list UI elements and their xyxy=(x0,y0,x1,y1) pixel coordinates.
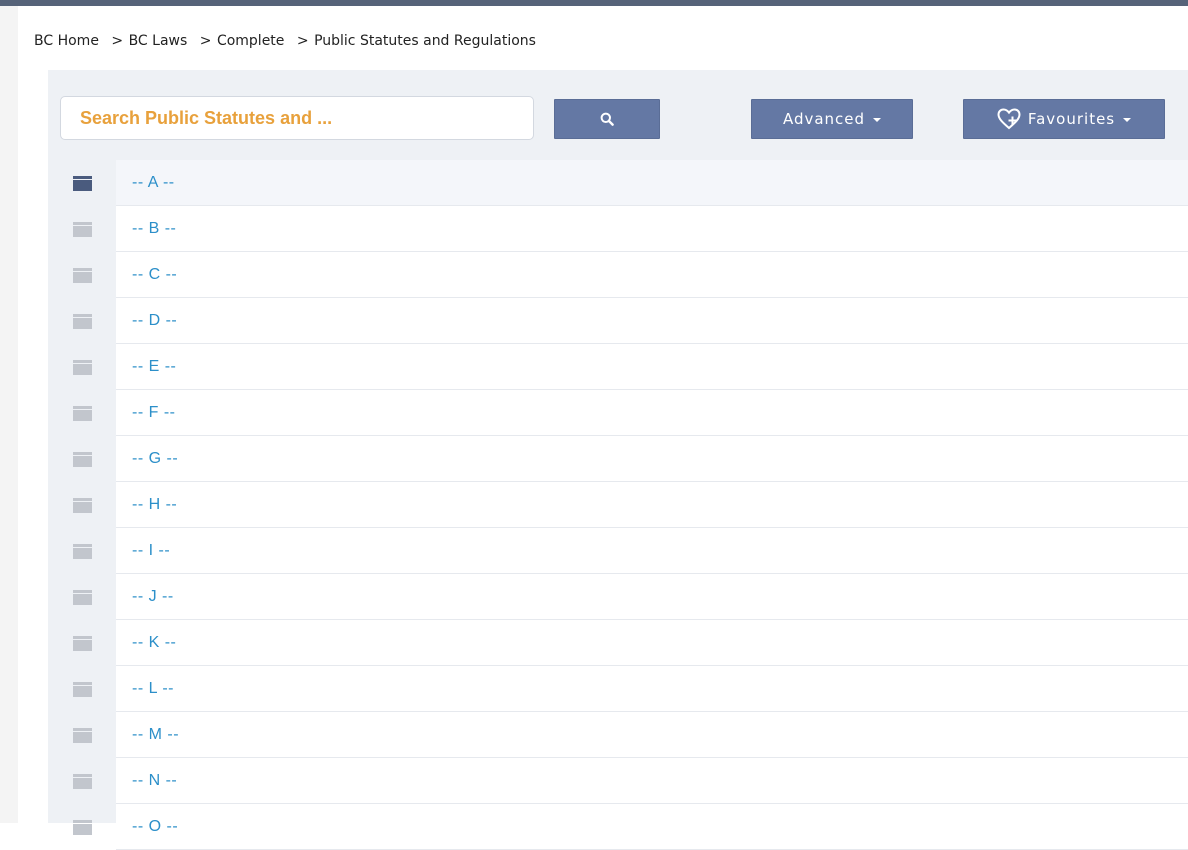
folder-icon xyxy=(72,267,92,283)
list-item-h: -- H -- xyxy=(48,482,1188,528)
breadcrumb-separator: > xyxy=(111,33,124,49)
breadcrumb-separator: > xyxy=(296,33,309,49)
advanced-button[interactable]: Advanced xyxy=(751,99,913,139)
list-item-link[interactable]: -- F -- xyxy=(132,404,175,422)
folder-icon xyxy=(72,451,92,467)
list-item-link[interactable]: -- M -- xyxy=(132,726,179,744)
folder-icon xyxy=(72,819,92,835)
breadcrumb-bc-home[interactable]: BC Home xyxy=(34,33,99,49)
list-item-link[interactable]: -- L -- xyxy=(132,680,174,698)
list-item-b: -- B -- xyxy=(48,206,1188,252)
search-toolbar: Advanced Favourites xyxy=(48,70,1188,160)
breadcrumb-public-statutes: Public Statutes and Regulations xyxy=(314,33,536,49)
main-content: Advanced Favourites -- A -- -- B -- xyxy=(48,70,1188,850)
advanced-label: Advanced xyxy=(782,110,866,128)
list-item-c: -- C -- xyxy=(48,252,1188,298)
list-item-o: -- O -- xyxy=(48,804,1188,850)
folder-icon xyxy=(72,773,92,789)
chevron-down-icon xyxy=(873,118,882,122)
folder-icon xyxy=(72,497,92,513)
chevron-down-icon xyxy=(1123,118,1132,122)
list-item-j: -- J -- xyxy=(48,574,1188,620)
list-item-link[interactable]: -- D -- xyxy=(132,312,177,330)
list-item-link[interactable]: -- O -- xyxy=(132,818,178,836)
list-item-f: -- F -- xyxy=(48,390,1188,436)
list-item-d: -- D -- xyxy=(48,298,1188,344)
folder-icon xyxy=(72,635,92,651)
folder-icon xyxy=(72,543,92,559)
list-item-link[interactable]: -- N -- xyxy=(132,772,177,790)
list-item-m: -- M -- xyxy=(48,712,1188,758)
breadcrumb-bc-laws[interactable]: BC Laws xyxy=(129,33,188,49)
list-item-n: -- N -- xyxy=(48,758,1188,804)
favourites-button[interactable]: Favourites xyxy=(963,99,1165,139)
folder-icon xyxy=(72,589,92,605)
favourites-label: Favourites xyxy=(1027,110,1116,128)
list-item-g: -- G -- xyxy=(48,436,1188,482)
folder-icon xyxy=(72,313,92,329)
folder-icon xyxy=(72,405,92,421)
list-item-link[interactable]: -- B -- xyxy=(132,220,176,238)
breadcrumb-complete[interactable]: Complete xyxy=(217,33,284,49)
search-icon xyxy=(600,112,614,126)
list-item-a: -- A -- xyxy=(48,160,1188,206)
list-item-k: -- K -- xyxy=(48,620,1188,666)
list-item-link[interactable]: -- J -- xyxy=(132,588,174,606)
list-item-link[interactable]: -- K -- xyxy=(132,634,176,652)
search-button[interactable] xyxy=(554,99,660,139)
page: BC Home > BC Laws > Complete > Public St… xyxy=(18,6,1188,850)
folder-icon xyxy=(72,175,92,191)
list-item-link[interactable]: -- G -- xyxy=(132,450,178,468)
list-item-link[interactable]: -- A -- xyxy=(132,174,175,192)
breadcrumb: BC Home > BC Laws > Complete > Public St… xyxy=(34,33,536,49)
folder-icon xyxy=(72,727,92,743)
list-item-link[interactable]: -- C -- xyxy=(132,266,177,284)
breadcrumb-separator: > xyxy=(199,33,212,49)
statutes-list: -- A -- -- B -- -- C -- -- D -- -- E -- … xyxy=(48,160,1188,850)
list-item-i: -- I -- xyxy=(48,528,1188,574)
list-item-l: -- L -- xyxy=(48,666,1188,712)
folder-icon xyxy=(72,359,92,375)
list-item-e: -- E -- xyxy=(48,344,1188,390)
left-gutter xyxy=(0,6,18,823)
heart-plus-icon xyxy=(997,108,1021,130)
list-item-link[interactable]: -- H -- xyxy=(132,496,177,514)
list-item-link[interactable]: -- E -- xyxy=(132,358,176,376)
search-input[interactable] xyxy=(60,96,534,140)
list-item-link[interactable]: -- I -- xyxy=(132,542,170,560)
folder-icon xyxy=(72,221,92,237)
folder-icon xyxy=(72,681,92,697)
